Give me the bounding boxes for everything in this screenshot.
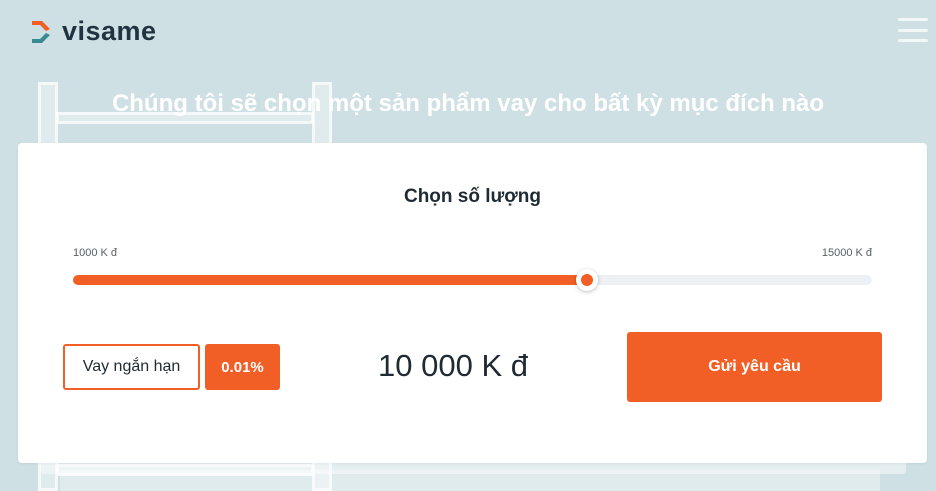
loan-type-button[interactable]: Vay ngắn hạn bbox=[63, 344, 200, 390]
selected-amount: 10 000 K đ bbox=[378, 348, 528, 383]
interest-rate-badge: 0.01% bbox=[205, 344, 280, 390]
loan-calculator-card: Chọn số lượng 1000 K đ 15000 K đ Vay ngắ… bbox=[18, 143, 927, 463]
range-max-label: 15000 K đ bbox=[821, 247, 872, 259]
range-min-label: 1000 K đ bbox=[73, 247, 118, 259]
visame-logo-icon bbox=[30, 19, 52, 45]
hero-title: Chúng tôi sẽ chọn một sản phẩm vay cho b… bbox=[111, 90, 825, 117]
submit-request-button[interactable]: Gửi yêu cầu bbox=[627, 332, 882, 402]
calculator-title: Chọn số lượng bbox=[403, 186, 542, 207]
amount-slider-track[interactable] bbox=[73, 269, 872, 291]
hamburger-menu-icon[interactable] bbox=[898, 18, 928, 42]
background-card-shadow bbox=[60, 470, 880, 491]
amount-slider-fill bbox=[73, 275, 587, 285]
site-logo[interactable]: visame bbox=[30, 16, 157, 47]
amount-slider-thumb[interactable] bbox=[576, 269, 598, 291]
brand-name: visame bbox=[62, 16, 157, 46]
